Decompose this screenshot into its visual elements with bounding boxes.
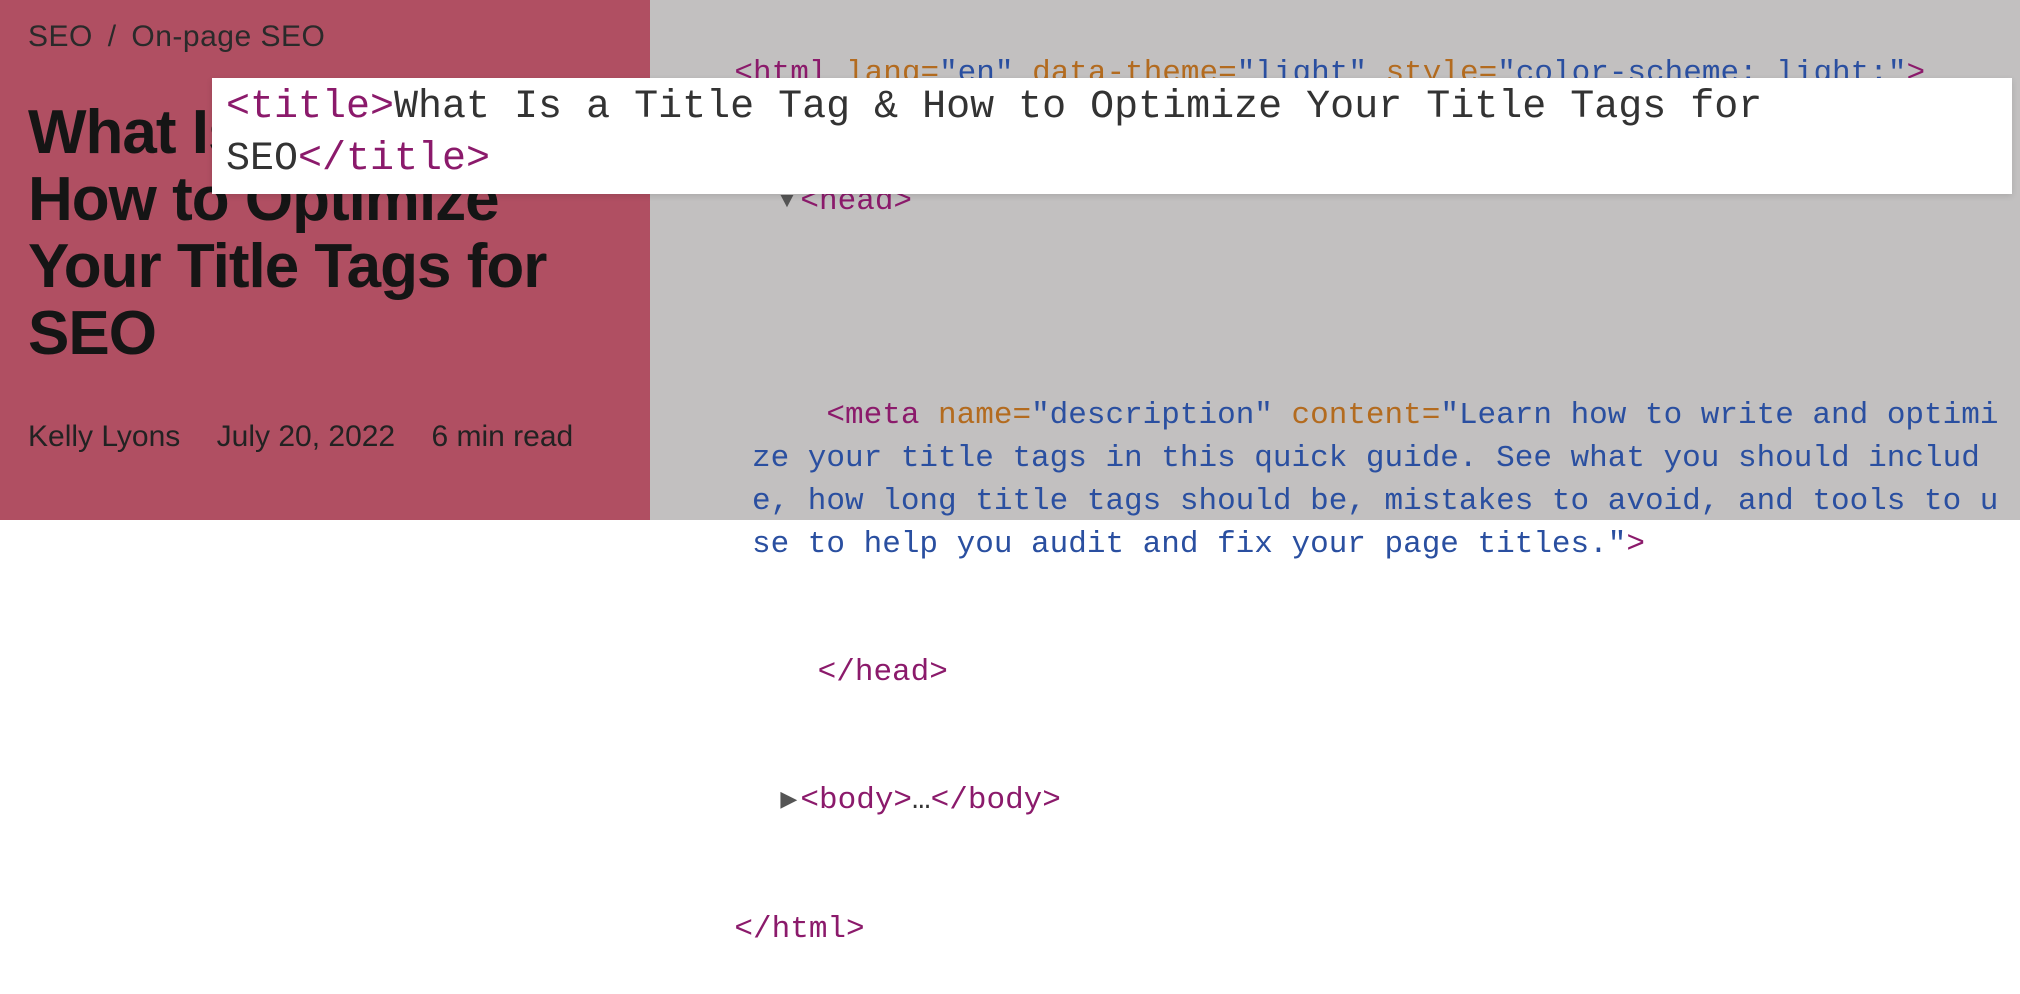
disclosure-triangle-closed-icon[interactable]: ▶	[780, 786, 800, 816]
breadcrumb-item-onpage[interactable]: On-page SEO	[131, 20, 325, 53]
article-read-time: 6 min read	[431, 420, 573, 453]
head-close-tag: </head>	[818, 655, 948, 690]
title-close-tag: </title>	[298, 137, 490, 182]
article-author: Kelly Lyons	[28, 420, 180, 453]
code-line-body[interactable]: ▶<body>…</body>	[660, 737, 2000, 865]
meta-content-attr: content=	[1273, 398, 1440, 433]
article-date: July 20, 2022	[217, 420, 395, 453]
breadcrumb-item-seo[interactable]: SEO	[28, 20, 93, 53]
breadcrumb-separator: /	[108, 20, 117, 53]
close-angle: >	[1626, 527, 1645, 562]
code-line-head-close[interactable]: </head>	[660, 609, 2000, 737]
title-tag-placeholder-gap	[660, 267, 2000, 353]
body-ellipsis: …	[912, 783, 931, 818]
code-line-meta[interactable]: <meta name="description" content="Learn …	[660, 353, 2000, 610]
html-close-tag: </html>	[734, 912, 864, 947]
title-tag-highlight-overlay: <title>What Is a Title Tag & How to Opti…	[212, 78, 2012, 194]
meta-name-value: "description"	[1031, 398, 1273, 433]
body-close-tag: </body>	[931, 783, 1061, 818]
body-open-tag: <body>	[800, 783, 912, 818]
article-meta: Kelly Lyons July 20, 2022 6 min read	[28, 420, 622, 454]
title-open-tag: <title>	[226, 85, 394, 130]
meta-open-tag: <meta	[826, 398, 919, 433]
breadcrumb: SEO / On-page SEO	[28, 20, 622, 54]
code-line-html-close[interactable]: </html>	[660, 866, 2000, 994]
meta-name-attr: name=	[919, 398, 1031, 433]
